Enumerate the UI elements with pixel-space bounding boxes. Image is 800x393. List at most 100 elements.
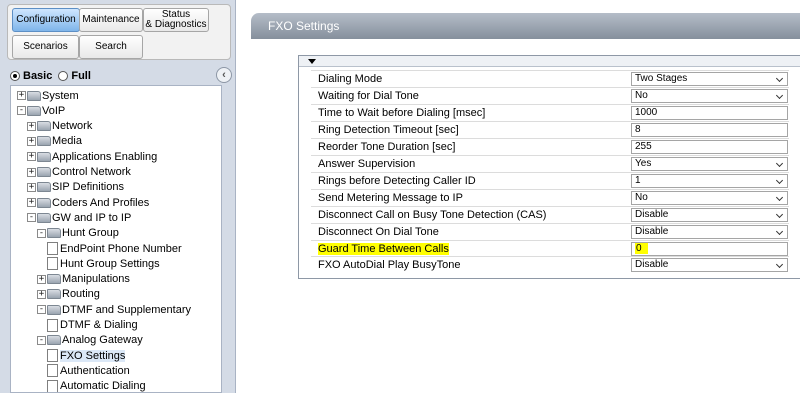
tree-item-label: Network [52,120,93,133]
page-icon [47,318,58,332]
collapse-arrow-icon[interactable] [308,59,316,64]
tree-item[interactable]: - Analog Gateway [37,333,143,348]
chevron-down-icon[interactable] [775,158,785,170]
chevron-down-icon[interactable] [775,209,785,221]
folder-icon [47,289,61,300]
chevron-down-icon[interactable] [775,73,785,85]
page-icon [47,364,58,378]
tree-item[interactable]: + Applications Enabling [27,149,157,164]
settings-row: Answer Supervision Yes [311,154,789,172]
tree-item-label: DTMF and Supplementary [62,303,191,316]
setting-value: 1000 [635,106,658,118]
expand-icon[interactable]: + [37,274,46,284]
section-toggle[interactable] [299,56,800,67]
collapse-icon[interactable]: - [27,213,36,223]
tree-item[interactable]: FXO Settings [47,348,126,363]
tree-item-label: Routing [62,288,100,301]
setting-select[interactable]: Two Stages [631,72,788,86]
chevron-down-icon[interactable] [775,226,785,238]
full-radio[interactable] [58,70,69,81]
settings-row: Waiting for Dial Tone No [311,86,789,104]
setting-select[interactable]: 1 [631,173,788,188]
scenarios-button[interactable]: Scenarios [12,35,79,59]
settings-row: Disconnect Call on Busy Tone Detection (… [311,205,789,223]
setting-select[interactable]: Disable [631,258,788,273]
basic-radio[interactable] [10,70,20,81]
settings-row: Disconnect On Dial Tone Disable [311,222,789,240]
folder-icon [27,105,41,116]
setting-label: Answer Supervision [318,157,416,170]
tree-item-label: EndPoint Phone Number [60,242,182,255]
setting-value: Two Stages [635,73,688,84]
folder-icon [47,274,61,285]
settings-row: Time to Wait before Dialing [msec] 1000 [311,103,789,121]
setting-label: Waiting for Dial Tone [318,89,419,102]
tree-item-label: Hunt Group [62,227,119,240]
tree-item[interactable]: Automatic Dialing [47,379,146,392]
tree-item[interactable]: + Manipulations [37,272,130,287]
folder-icon [37,197,51,208]
tree-item[interactable]: + Control Network [27,165,131,180]
expand-icon[interactable]: + [37,289,46,299]
setting-select[interactable]: Disable [631,224,788,239]
setting-input[interactable]: 8 [631,122,788,137]
expand-icon[interactable]: + [27,152,36,162]
search-button[interactable]: Search [79,35,143,59]
tree-item[interactable]: - Hunt Group [37,226,119,241]
settings-row: Rings before Detecting Caller ID 1 [311,171,789,189]
tree-item[interactable]: DTMF & Dialing [47,318,138,333]
chevron-down-icon[interactable] [775,259,785,271]
setting-select[interactable]: No [631,88,788,103]
tree-item[interactable]: + SIP Definitions [27,180,124,195]
chevron-down-icon[interactable] [775,175,785,187]
collapse-icon[interactable]: - [37,228,46,238]
tree-item[interactable]: Hunt Group Settings [47,256,160,271]
collapse-icon[interactable]: - [17,106,26,116]
folder-icon [47,228,61,239]
view-mode-bar: Basic Full ‹ [10,66,232,85]
chevron-down-icon[interactable] [775,192,785,204]
setting-select[interactable]: Yes [631,156,788,171]
setting-input[interactable]: 0 [631,241,788,256]
folder-icon [37,182,51,193]
setting-select[interactable]: Disable [631,207,788,222]
tree-item-label: Authentication [60,364,130,377]
settings-row: Reorder Tone Duration [sec] 255 [311,137,789,155]
setting-value: Yes [635,157,652,169]
settings-row: FXO AutoDial Play BusyTone Disable [311,256,789,273]
chevron-down-icon[interactable] [775,90,785,102]
collapse-icon[interactable]: - [37,335,46,345]
chevron-left-icon[interactable]: ‹ [216,67,232,83]
status-tab-line2: & Diagnostics [145,19,207,30]
expand-icon[interactable]: + [17,91,26,100]
configuration-tab[interactable]: Configuration [12,8,80,32]
setting-input[interactable]: 255 [631,139,788,154]
maintenance-tab[interactable]: Maintenance [79,8,143,32]
tree-item[interactable]: + System [17,88,79,103]
setting-label: Send Metering Message to IP [318,191,463,204]
status-diagnostics-tab[interactable]: Status & Diagnostics [143,8,209,32]
setting-select[interactable]: No [631,190,788,205]
tree-item-label: SIP Definitions [52,181,124,194]
tree-item[interactable]: Authentication [47,363,130,378]
setting-value: 1 [635,174,641,186]
tree-item[interactable]: - DTMF and Supplementary [37,302,191,317]
folder-icon [37,167,51,177]
tree-item[interactable]: + Network [27,119,92,134]
tree-item[interactable]: + Coders And Profiles [27,195,149,210]
tree-item-label: VoIP [42,104,66,117]
setting-label: Rings before Detecting Caller ID [318,174,476,187]
setting-input[interactable]: 1000 [631,105,788,120]
tree-item[interactable]: + Media [27,134,82,149]
expand-icon[interactable]: + [27,136,36,146]
expand-icon[interactable]: + [27,121,36,131]
tree-item[interactable]: - GW and IP to IP [27,210,131,225]
tree-item[interactable]: - VoIP [17,103,65,118]
expand-icon[interactable]: + [27,182,36,192]
tree-item[interactable]: EndPoint Phone Number [47,241,182,256]
tree-item[interactable]: + Routing [37,287,100,302]
expand-icon[interactable]: + [27,167,36,177]
tree-item-label: Media [52,135,82,148]
collapse-icon[interactable]: - [37,305,46,315]
expand-icon[interactable]: + [27,198,36,208]
